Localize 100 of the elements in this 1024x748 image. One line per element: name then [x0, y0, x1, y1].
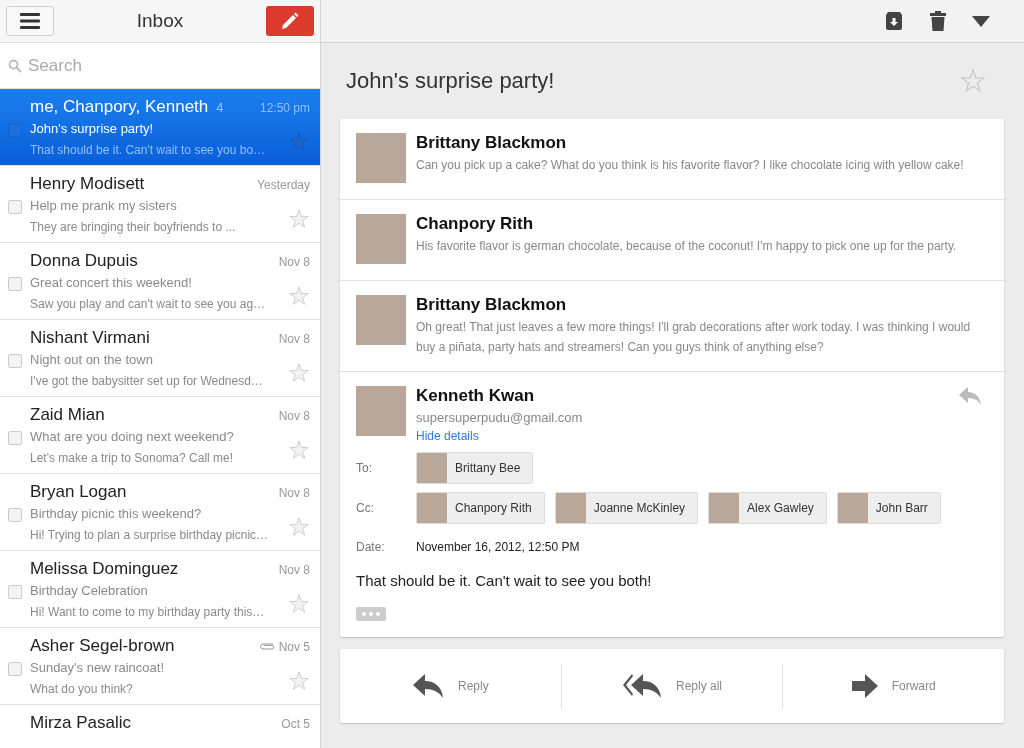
recipient-chip[interactable]: Chanpory Rith	[416, 492, 545, 524]
reply-all-icon	[622, 673, 662, 699]
conversation-title: John's surprise party!	[346, 68, 555, 94]
inbox-title: Inbox	[136, 10, 184, 32]
thread-snippet: They are bringing their boyfriends to ...	[30, 220, 236, 234]
sender-name: Brittany Blackmon	[416, 295, 568, 315]
sender-name: Mirza Pasalic	[30, 713, 132, 733]
thread-snippet: Hi! Want to come to my birthday party this…	[30, 605, 265, 619]
star-icon[interactable]	[288, 362, 310, 384]
avatar-placeholder	[417, 493, 447, 523]
thread-item[interactable]: Bryan Logan Nov 8 Birthday picnic this weekend? Hi! Trying to plan a surprise birthday picnic…	[0, 474, 320, 551]
sender-name: me, Chanpory, Kenneth	[30, 97, 209, 117]
thread-time: Yesterday	[257, 178, 310, 192]
thread-time: Nov 8	[278, 255, 310, 269]
avatar-placeholder	[709, 493, 740, 523]
thread-snippet: Saw you play and can't wait to see you ag…	[30, 297, 266, 311]
message-count: 4	[216, 100, 224, 115]
thread-snippet: I've got the babysitter set up for Wednesd…	[30, 374, 263, 388]
sender-name: Brittany Blackmon	[416, 133, 568, 153]
thread-item[interactable]: Melissa Dominguez Nov 8 Birthday Celebration Hi! Want to come to my birthday party this…	[0, 551, 320, 628]
thread-item[interactable]: Donna Dupuis Nov 8 Great concert this weekend! Saw you play and can't wait to see you ag…	[0, 243, 320, 320]
star-icon[interactable]	[288, 439, 310, 461]
thread-snippet: That should be it. Can't wait to see you bo…	[30, 143, 266, 157]
avatar-placeholder	[356, 386, 406, 436]
thread-subject: Birthday Celebration	[30, 583, 149, 598]
search-icon	[8, 58, 22, 73]
thread-subject: Great concert this weekend!	[30, 275, 193, 290]
avatar-placeholder	[555, 493, 586, 523]
sender-name: Kenneth Kwan	[416, 386, 536, 406]
trash-icon	[930, 11, 946, 31]
compose-button[interactable]	[266, 6, 314, 36]
reply-icon[interactable]	[958, 386, 982, 406]
thread-time: Nov 5	[278, 640, 310, 654]
thread-snippet: Hi! Trying to plan a surprise birthday picnic…	[30, 528, 269, 542]
forward-icon	[851, 674, 878, 698]
avatar-placeholder	[356, 295, 406, 345]
star-icon[interactable]	[288, 516, 310, 538]
search-field[interactable]: Search	[28, 55, 312, 76]
thread-time: Nov 8	[278, 332, 310, 346]
thread-snippet: Let's make a trip to Sonoma? Call me!	[30, 451, 234, 465]
show-quoted-button[interactable]	[356, 607, 386, 621]
thread-time: Nov 8	[278, 563, 310, 577]
thread-time: 12:50 pm	[259, 101, 310, 115]
recipient-chip[interactable]: Alex Gawley	[708, 492, 827, 524]
date-value: November 16, 2012, 12:50 PM	[416, 540, 580, 554]
sender-name: Zaid Mian	[30, 405, 105, 425]
collapsed-message[interactable]: Brittany Blackmon Can you pick up a cake? What do you think is his favorite flavor? I like chocolate icing with yellow cake!	[340, 119, 1004, 200]
menu-icon	[20, 13, 40, 29]
star-icon[interactable]	[288, 670, 310, 692]
checkbox[interactable]	[8, 123, 22, 137]
thread-subject: Birthday picnic this weekend?	[30, 506, 203, 521]
thread-subject: Sunday's new raincoat!	[30, 660, 165, 675]
thread-item[interactable]: Zaid Mian Nov 8 What are you doing next weekend? Let's make a trip to Sonoma? Call me!	[0, 397, 320, 474]
sender-name: Nishant Virmani	[30, 328, 150, 348]
thread-time: Nov 8	[278, 409, 310, 423]
recipient-chip[interactable]: John Barr	[836, 492, 941, 524]
thread-subject: Night out on the town	[30, 352, 154, 367]
thread-item[interactable]: me, Chanpory, Kenneth 4 12:50 pm John's surprise party! That should be it. Can't wait to see you bo…	[0, 89, 320, 166]
thread-time: Oct 5	[281, 717, 310, 731]
avatar-placeholder	[417, 453, 447, 483]
caret-icon	[972, 15, 990, 27]
avatar-placeholder	[356, 133, 406, 183]
avatar-placeholder	[356, 214, 406, 264]
star-icon[interactable]	[288, 285, 310, 307]
ellipsis-icon	[361, 611, 381, 617]
sender-name: Donna Dupuis	[30, 251, 138, 271]
thread-item[interactable]: Asher Segel-brown Nov 5 Sunday's new raincoat! What do you think?	[0, 628, 320, 705]
star-icon[interactable]	[960, 68, 986, 94]
avatar-placeholder	[837, 493, 868, 523]
action-button[interactable]: Reply	[340, 663, 561, 709]
sender-name: Chanpory Rith	[416, 214, 535, 234]
sender-name: Melissa Dominguez	[30, 559, 179, 579]
thread-item[interactable]: Nishant Virmani Nov 8 Night out on the town I've got the babysitter set up for Wednesd…	[0, 320, 320, 397]
star-icon[interactable]	[288, 131, 310, 153]
field-label: To:	[356, 461, 373, 475]
action-button[interactable]: Reply all	[560, 663, 783, 709]
recipient-chip[interactable]: Joanne McKinley	[554, 492, 699, 524]
menu-button[interactable]	[6, 6, 54, 36]
pencil-icon	[281, 12, 299, 30]
message-snippet: Can you pick up a cake? What do you think is his favorite flavor? I like chocolate icing with yellow cake!	[416, 157, 965, 174]
archive-icon	[884, 12, 904, 30]
thread-subject: Help me prank my sisters	[30, 198, 178, 213]
message-snippet: Oh great! That just leaves a few more things! I'll grab decorations after work today. I was thinking I would buy a piñata, party hats and streamers! Can you guys think of anything else?	[416, 319, 972, 356]
message-body: That should be it. Can't wait to see you both!	[356, 572, 653, 589]
thread-subject: John's surprise party!	[30, 121, 155, 136]
sender-email: supersuperpudu@gmail.com	[416, 410, 584, 425]
thread-subject: What are you doing next weekend?	[30, 429, 235, 444]
thread-time: Nov 8	[278, 486, 310, 500]
hide-details-link[interactable]: Hide details	[416, 429, 479, 443]
message-snippet: His favorite flavor is german chocolate, because of the coconut! I'm happy to pick one up for the party.	[416, 238, 958, 255]
collapsed-message[interactable]: Chanpory Rith His favorite flavor is german chocolate, because of the coconut! I'm happy to pick one up for the party.	[340, 200, 1004, 281]
sender-name: Bryan Logan	[30, 482, 127, 502]
star-icon[interactable]	[288, 208, 310, 230]
reply-icon	[412, 673, 444, 699]
thread-item[interactable]: Mirza Pasalic Oct 5	[0, 705, 320, 748]
recipient-chip[interactable]: Brittany Bee	[416, 452, 534, 484]
star-icon[interactable]	[288, 593, 310, 615]
thread-item[interactable]: Henry Modisett Yesterday Help me prank my sisters They are bringing their boyfriends to ...	[0, 166, 320, 243]
action-button[interactable]: Forward	[782, 663, 1004, 709]
field-label: Cc:	[356, 501, 375, 515]
